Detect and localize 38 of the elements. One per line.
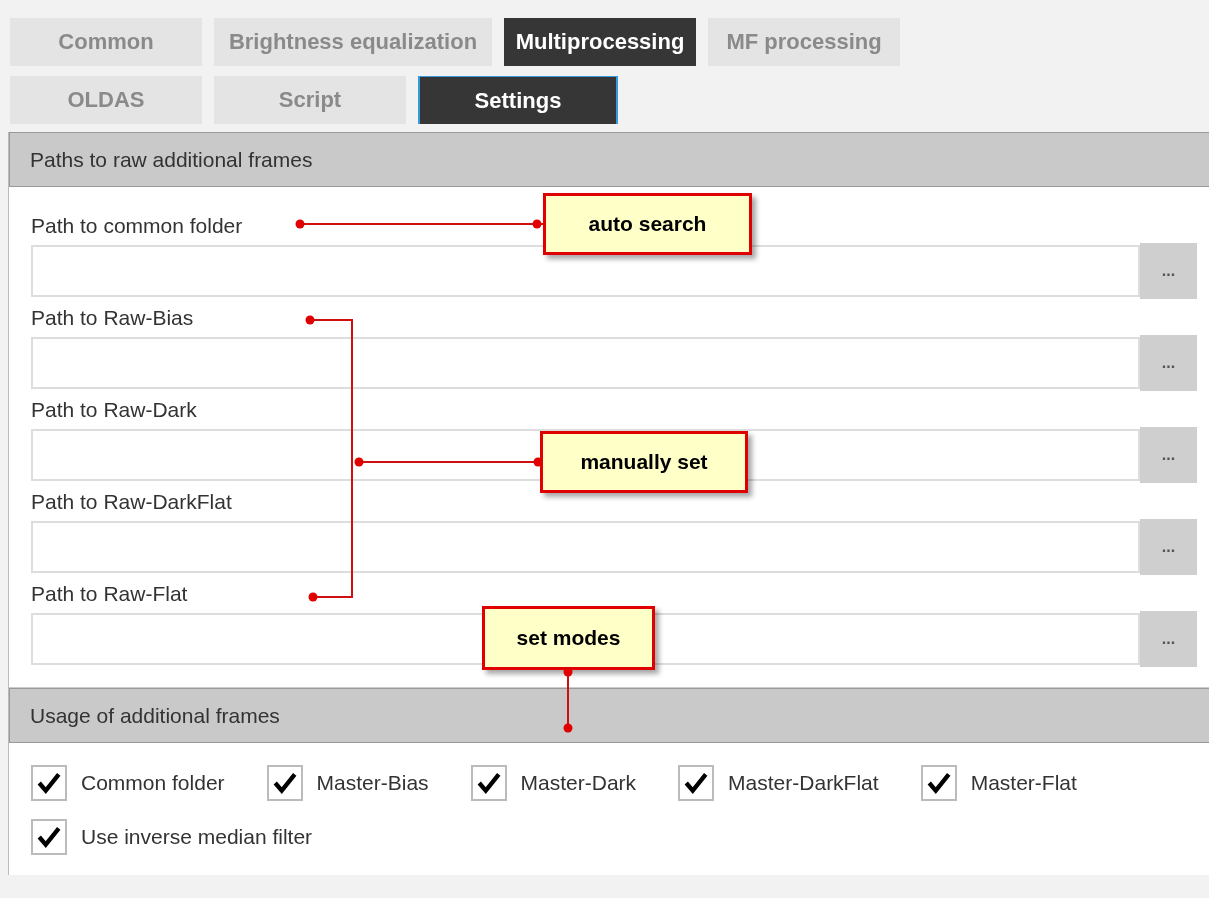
- field-label: Path to Raw-Dark: [31, 397, 197, 423]
- callout-note: auto search: [543, 193, 752, 255]
- checkbox[interactable]: [266, 765, 303, 801]
- tab[interactable]: MF processing: [708, 18, 900, 66]
- section-header: Usage of additional frames: [9, 688, 1209, 743]
- field-label: Path to Raw-Flat: [31, 581, 188, 607]
- callout-note: manually set: [540, 431, 748, 493]
- checkbox[interactable]: [678, 765, 715, 801]
- checkbox-label: Common folder: [81, 771, 225, 795]
- browse-button[interactable]: ...: [1140, 243, 1197, 299]
- browse-button[interactable]: ...: [1140, 519, 1197, 575]
- tab[interactable]: Brightness equalization: [214, 18, 492, 66]
- checkbox-label: Master-Bias: [316, 771, 429, 795]
- checkbox[interactable]: [920, 765, 957, 801]
- tab[interactable]: Settings: [418, 76, 618, 124]
- tab[interactable]: Multiprocessing: [504, 18, 696, 66]
- tab[interactable]: Common: [10, 18, 202, 66]
- checkbox-label: Master-Dark: [520, 771, 637, 795]
- checkbox-label: Use inverse median filter: [81, 825, 313, 849]
- checkbox[interactable]: [31, 765, 67, 801]
- browse-button[interactable]: ...: [1140, 427, 1197, 483]
- field-label: Path to Raw-Bias: [31, 305, 194, 331]
- field-label: Path to common folder: [31, 213, 243, 239]
- browse-button[interactable]: ...: [1140, 335, 1197, 391]
- callout-note: set modes: [482, 606, 655, 670]
- section-header: Paths to raw additional frames: [9, 132, 1209, 187]
- checkbox[interactable]: [470, 765, 507, 801]
- field-label: Path to Raw-DarkFlat: [31, 489, 232, 515]
- checkbox[interactable]: [31, 819, 67, 855]
- tab[interactable]: Script: [214, 76, 406, 124]
- input-field[interactable]: [31, 245, 1140, 297]
- checkbox-label: Master-Flat: [970, 771, 1077, 795]
- checkbox-label: Master-DarkFlat: [728, 771, 879, 795]
- tab[interactable]: OLDAS: [10, 76, 202, 124]
- input-field[interactable]: [31, 521, 1140, 573]
- leader-line: [563, 667, 573, 733]
- browse-button[interactable]: ...: [1140, 611, 1197, 667]
- input-field[interactable]: [31, 337, 1140, 389]
